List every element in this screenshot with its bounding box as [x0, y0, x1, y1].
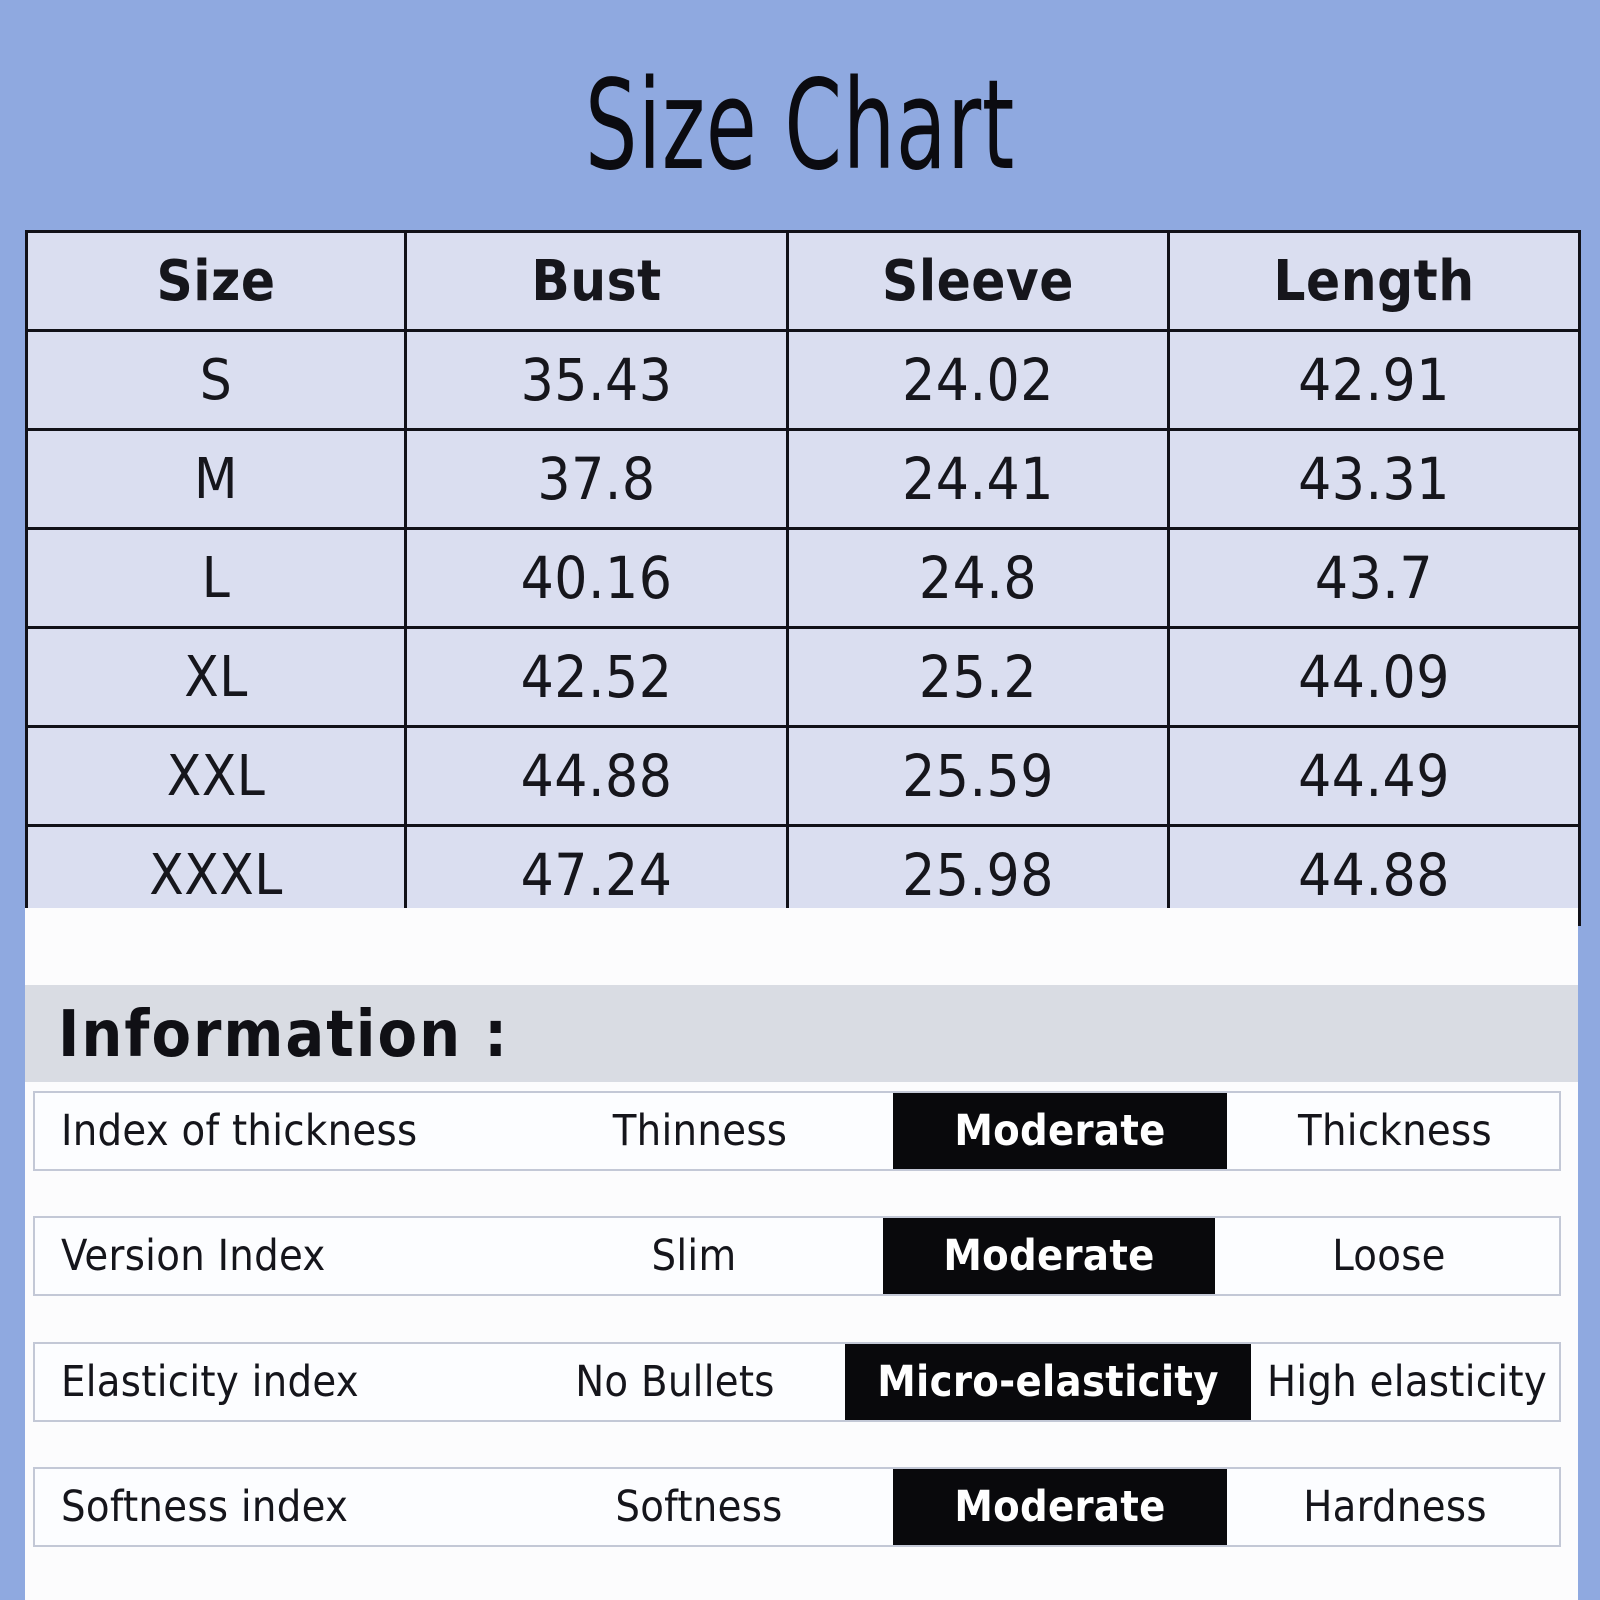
size-chart-table: Size Bust Sleeve Length S 35.43 24.02 42… — [25, 230, 1581, 926]
info-option-selected[interactable]: Moderate — [893, 1093, 1227, 1169]
cell-bust: 37.8 — [404, 428, 789, 530]
column-header-bust: Bust — [404, 230, 789, 332]
column-header-sleeve: Sleeve — [786, 230, 1170, 332]
info-label: Index of thickness — [61, 1106, 418, 1156]
information-heading: Information : — [58, 998, 510, 1072]
info-row-version-index: Version Index Slim Moderate Loose — [33, 1216, 1561, 1296]
cell-bust: 35.43 — [404, 329, 789, 431]
cell-size: XXL — [25, 725, 407, 827]
info-label: Softness index — [61, 1482, 349, 1532]
table-row: XXL 44.88 25.59 44.49 — [25, 725, 1581, 827]
cell-length: 44.09 — [1167, 626, 1581, 728]
info-option-high[interactable]: Hardness — [1227, 1469, 1563, 1545]
cell-size: XL — [25, 626, 407, 728]
info-option-high[interactable]: Thickness — [1227, 1093, 1563, 1169]
info-label: Version Index — [61, 1231, 326, 1281]
info-option-selected[interactable]: Moderate — [893, 1469, 1227, 1545]
cell-size: S — [25, 329, 407, 431]
info-option-high[interactable]: High elasticity — [1251, 1344, 1563, 1420]
cell-length: 44.49 — [1167, 725, 1581, 827]
table-row: S 35.43 24.02 42.91 — [25, 329, 1581, 431]
cell-length: 42.91 — [1167, 329, 1581, 431]
info-option-low[interactable]: Thinness — [505, 1093, 895, 1169]
cell-bust: 44.88 — [404, 725, 789, 827]
info-label: Elasticity index — [61, 1357, 359, 1407]
table-row: M 37.8 24.41 43.31 — [25, 428, 1581, 530]
info-option-low[interactable]: Softness — [505, 1469, 893, 1545]
info-option-low[interactable]: No Bullets — [505, 1344, 845, 1420]
table-header-row: Size Bust Sleeve Length — [25, 230, 1581, 332]
cell-bust: 40.16 — [404, 527, 789, 629]
cell-sleeve: 24.8 — [786, 527, 1170, 629]
table-row: XL 42.52 25.2 44.09 — [25, 626, 1581, 728]
info-row-softness-index: Softness index Softness Moderate Hardnes… — [33, 1467, 1561, 1547]
info-row-index-of-thickness: Index of thickness Thinness Moderate Thi… — [33, 1091, 1561, 1171]
cell-length: 43.7 — [1167, 527, 1581, 629]
cell-bust: 42.52 — [404, 626, 789, 728]
information-heading-band: Information : — [25, 985, 1578, 1082]
cell-sleeve: 25.2 — [786, 626, 1170, 728]
column-header-size: Size — [25, 230, 407, 332]
info-option-selected[interactable]: Moderate — [883, 1218, 1215, 1294]
page-title: Size Chart — [585, 54, 1015, 198]
info-option-high[interactable]: Loose — [1215, 1218, 1563, 1294]
cell-size: M — [25, 428, 407, 530]
info-option-selected[interactable]: Micro-elasticity — [845, 1344, 1251, 1420]
info-option-low[interactable]: Slim — [505, 1218, 883, 1294]
cell-size: L — [25, 527, 407, 629]
cell-sleeve: 24.41 — [786, 428, 1170, 530]
information-panel: Information : Index of thickness Thinnes… — [25, 908, 1578, 1600]
cell-sleeve: 25.59 — [786, 725, 1170, 827]
table-row: L 40.16 24.8 43.7 — [25, 527, 1581, 629]
cell-length: 43.31 — [1167, 428, 1581, 530]
info-row-elasticity-index: Elasticity index No Bullets Micro-elasti… — [33, 1342, 1561, 1422]
column-header-length: Length — [1167, 230, 1581, 332]
cell-sleeve: 24.02 — [786, 329, 1170, 431]
